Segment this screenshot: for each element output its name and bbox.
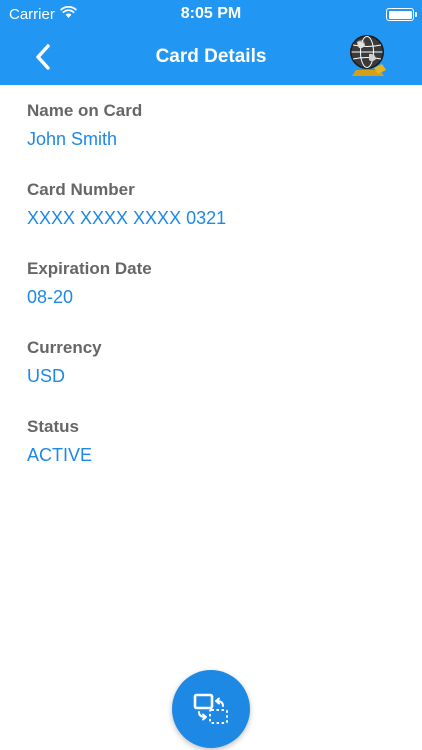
status-time: 8:05 PM (180, 5, 242, 22)
field-label: Status (27, 417, 79, 436)
field-card-number: Card Number XXXX XXXX XXXX 0321 (27, 179, 397, 258)
field-value: USD (27, 366, 66, 386)
field-value: XXXX XXXX XXXX 0321 (27, 208, 227, 228)
switch-card-button[interactable] (172, 670, 250, 748)
field-label: Name on Card (27, 101, 143, 120)
field-value: John Smith (27, 129, 118, 149)
card-details: Name on Card John Smith Card Number XXXX… (27, 100, 397, 495)
field-value: ACTIVE (27, 445, 93, 465)
field-label: Expiration Date (27, 259, 152, 278)
field-currency: Currency USD (27, 337, 397, 416)
field-status: Status ACTIVE (27, 416, 397, 495)
globe-icon (350, 35, 386, 76)
field-expiration-date: Expiration Date 08-20 (27, 258, 397, 337)
globe-button[interactable] (344, 32, 392, 80)
field-label: Card Number (27, 180, 135, 199)
nav-bar: Card Details (0, 30, 422, 85)
field-name-on-card: Name on Card John Smith (27, 100, 397, 179)
field-value: 08-20 (27, 287, 74, 307)
switch-card-icon (193, 693, 228, 724)
field-label: Currency (27, 338, 102, 357)
battery-icon (386, 8, 417, 21)
header: Carrier 8:05 PM Card Details (0, 0, 422, 85)
status-bar: Carrier 8:05 PM (0, 0, 422, 30)
